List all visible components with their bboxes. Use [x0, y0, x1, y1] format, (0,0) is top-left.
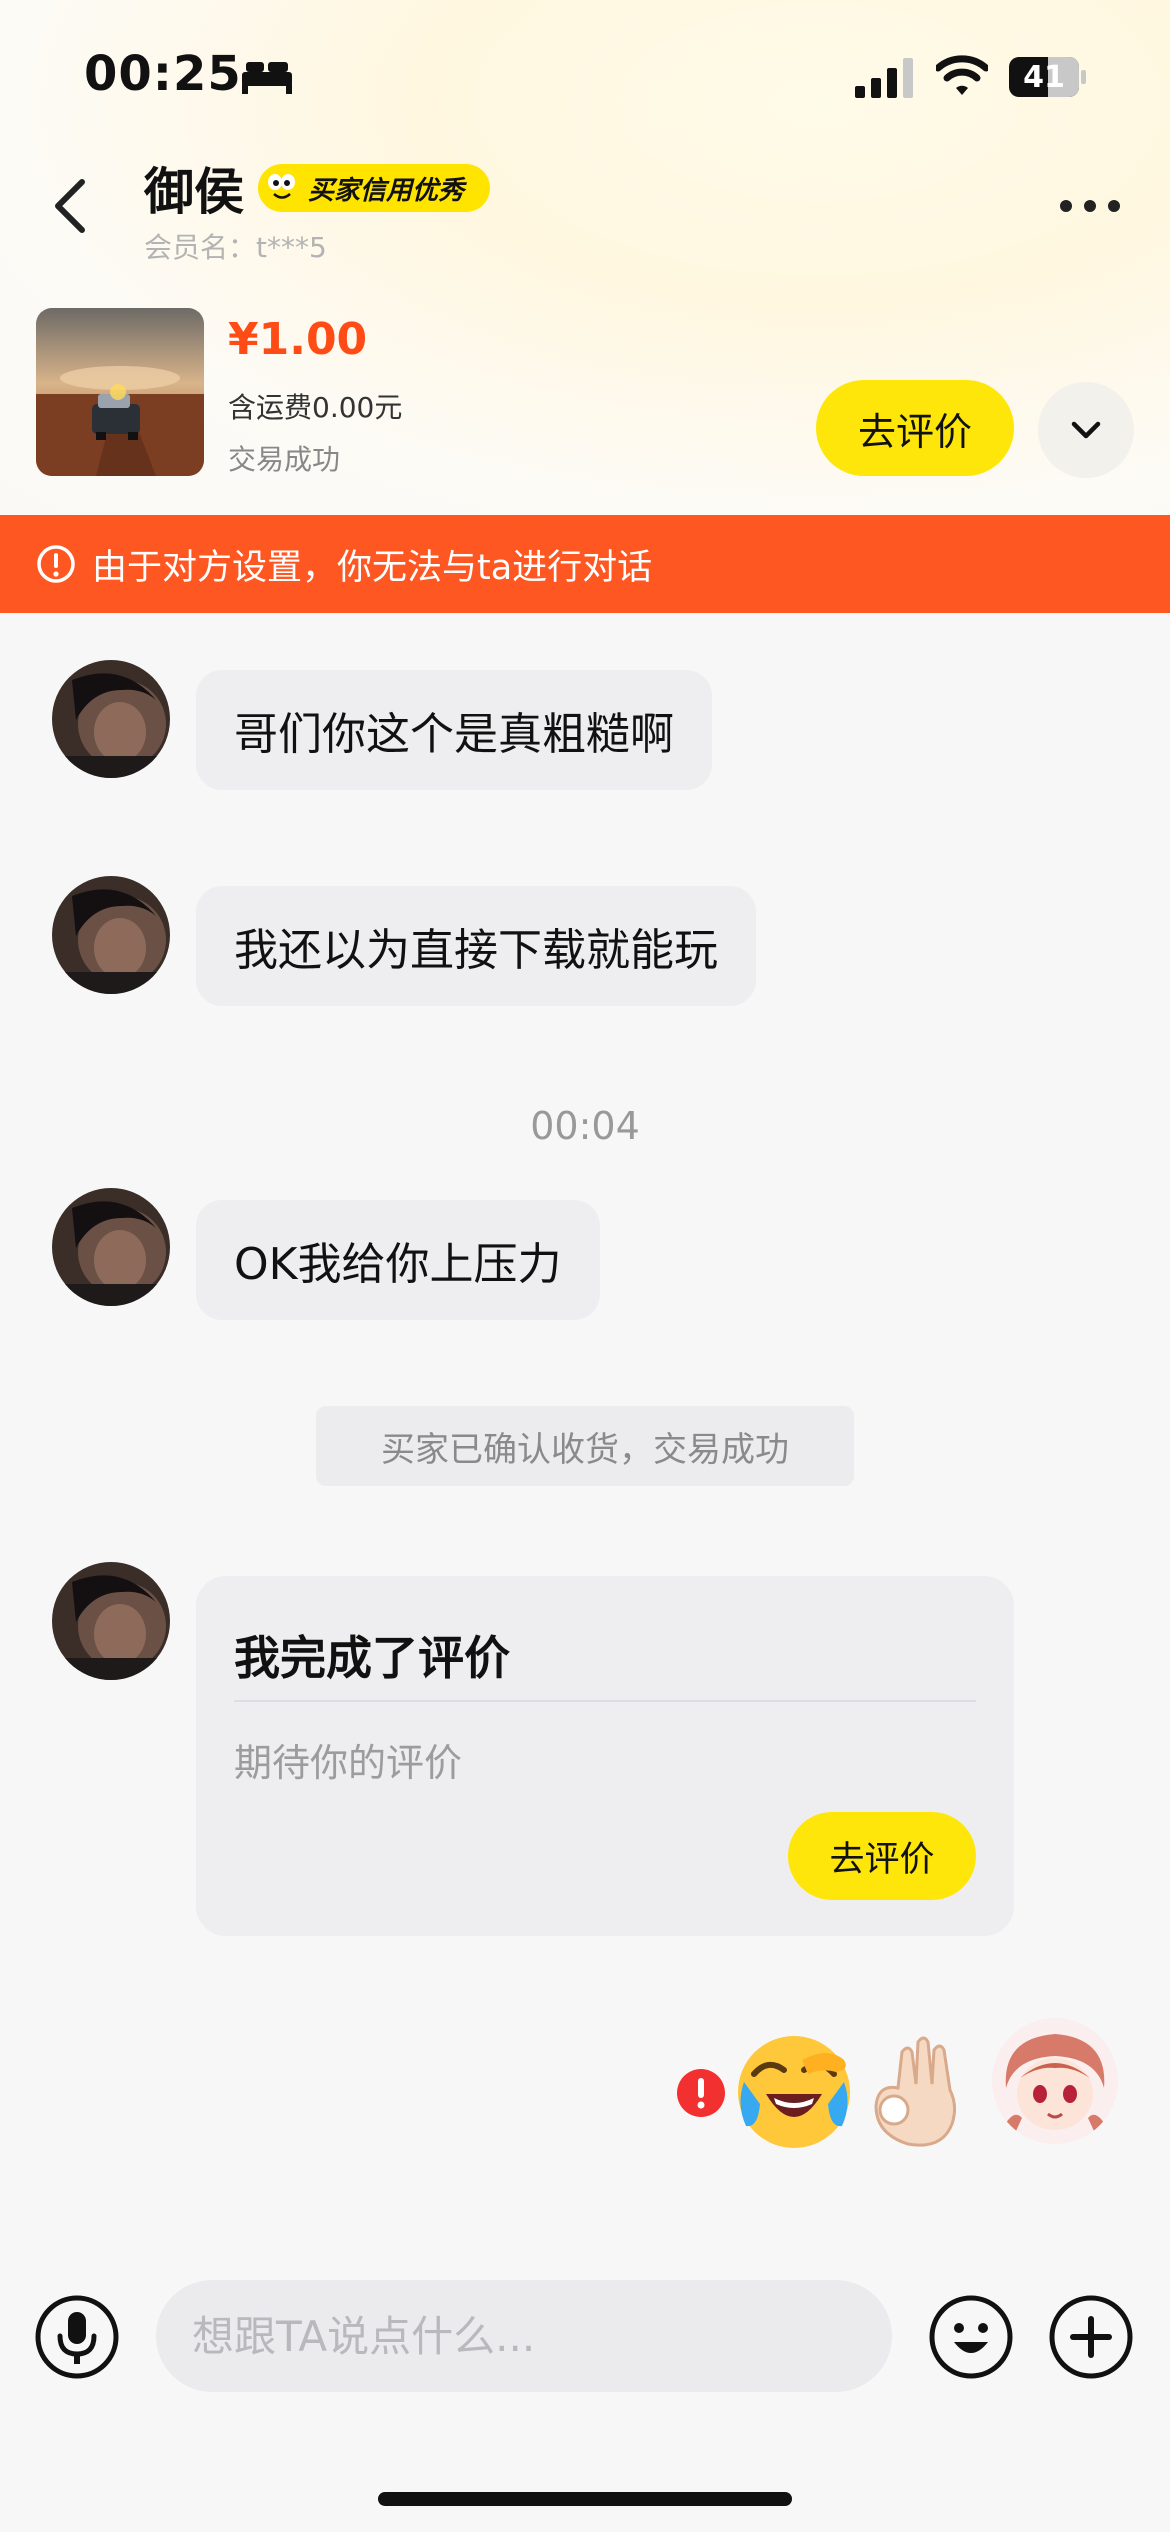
- signal-icon: [855, 58, 913, 98]
- crying-laughing-emoji[interactable]: [732, 2030, 856, 2154]
- system-message: 买家已确认收货，交易成功: [316, 1406, 854, 1486]
- member-name: 会员名：t***5: [144, 231, 327, 264]
- my-avatar[interactable]: [992, 2018, 1118, 2144]
- plus-icon[interactable]: [1048, 2294, 1134, 2380]
- chat-disabled-banner: 由于对方设置，你无法与ta进行对话: [0, 515, 1170, 613]
- message-input[interactable]: [156, 2280, 892, 2392]
- wifi-icon: [936, 55, 988, 95]
- chevron-down-icon: [1071, 421, 1101, 439]
- review-card[interactable]: 我完成了评价 期待你的评价 去评价: [196, 1576, 1014, 1936]
- status-time: 00:25: [84, 46, 242, 102]
- divider: [234, 1700, 976, 1702]
- credit-badge-label: 买家信用优秀: [308, 175, 465, 206]
- back-icon[interactable]: [48, 176, 92, 236]
- home-indicator[interactable]: [378, 2492, 792, 2506]
- credit-badge[interactable]: 买家信用优秀: [258, 164, 490, 212]
- review-card-button[interactable]: 去评价: [788, 1812, 976, 1900]
- message-timestamp: 00:04: [530, 1104, 640, 1148]
- smiley-icon: [264, 170, 300, 206]
- trade-status: 交易成功: [228, 443, 341, 476]
- message-bubble[interactable]: 我还以为直接下载就能玩: [196, 886, 756, 1006]
- contact-avatar[interactable]: [52, 660, 170, 778]
- product-thumbnail[interactable]: [36, 308, 204, 476]
- contact-avatar[interactable]: [52, 1188, 170, 1306]
- emoji-icon[interactable]: [928, 2294, 1014, 2380]
- microphone-icon[interactable]: [34, 2294, 120, 2380]
- bed-icon: [242, 62, 292, 94]
- send-failed-icon[interactable]: [676, 2068, 726, 2118]
- shipping-fee: 含运费0.00元: [228, 391, 403, 424]
- contact-name[interactable]: 御侯: [144, 152, 244, 224]
- review-card-subtitle: 期待你的评价: [234, 1741, 463, 1785]
- message-bubble[interactable]: 哥们你这个是真粗糙啊: [196, 670, 712, 790]
- battery-icon: 41: [1008, 56, 1088, 98]
- product-price: ¥1.00: [228, 314, 368, 365]
- warning-text: 由于对方设置，你无法与ta进行对话: [92, 547, 653, 588]
- expand-button[interactable]: [1038, 382, 1134, 478]
- ok-hand-emoji[interactable]: [858, 2028, 968, 2152]
- contact-avatar[interactable]: [52, 876, 170, 994]
- review-button[interactable]: 去评价: [816, 380, 1014, 476]
- review-card-title: 我完成了评价: [234, 1631, 510, 1685]
- alert-icon: [37, 545, 75, 583]
- message-bubble[interactable]: OK我给你上压力: [196, 1200, 600, 1320]
- battery-level: 41: [1023, 59, 1065, 95]
- contact-avatar[interactable]: [52, 1562, 170, 1680]
- more-icon[interactable]: [1058, 196, 1122, 216]
